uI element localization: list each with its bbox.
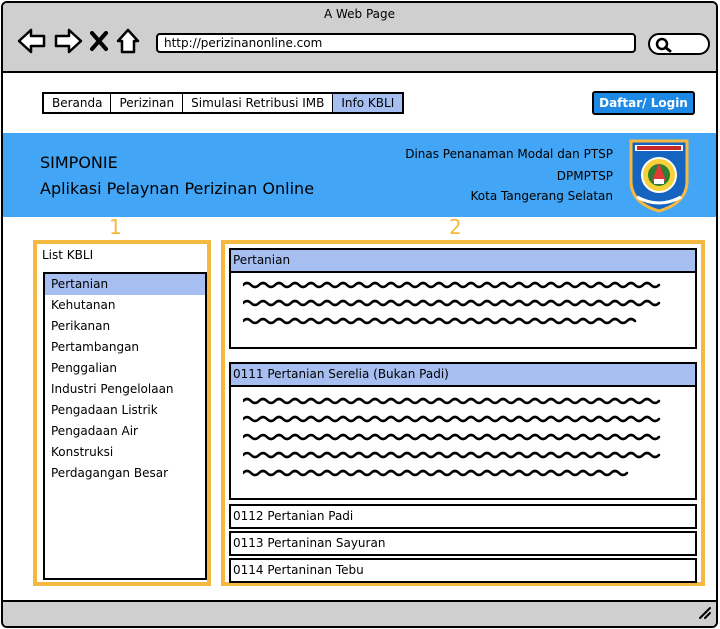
list-item-perikanan[interactable]: Perikanan bbox=[45, 316, 205, 337]
nav-controls bbox=[17, 27, 141, 55]
window-title: A Web Page bbox=[323, 7, 396, 21]
kbli-item-header-0111[interactable]: 0111 Pertanian Serelia (Bukan Padi) bbox=[229, 362, 697, 387]
kbli-category-list: Pertanian Kehutanan Perikanan Pertambang… bbox=[43, 272, 207, 580]
app-tagline: Aplikasi Pelaynan Perizinan Online bbox=[40, 179, 315, 198]
browser-search-field[interactable] bbox=[648, 33, 710, 55]
kbli-item-header-0112[interactable]: 0112 Pertanian Padi bbox=[229, 504, 697, 529]
agency-city: Kota Tangerang Selatan bbox=[470, 189, 613, 203]
main-nav: Beranda Perizinan Simulasi Retribusi IMB… bbox=[42, 92, 405, 114]
tab-perizinan[interactable]: Perizinan bbox=[111, 94, 184, 112]
tab-beranda[interactable]: Beranda bbox=[44, 94, 112, 112]
list-item-perdagangan-besar[interactable]: Perdagangan Besar bbox=[45, 463, 205, 484]
kbli-list-title: List KBLI bbox=[42, 248, 94, 262]
kbli-item-description-0111 bbox=[229, 387, 697, 500]
status-bar bbox=[3, 600, 716, 626]
list-item-pertambangan[interactable]: Pertambangan bbox=[45, 337, 205, 358]
placeholder-text-scribble bbox=[243, 397, 661, 477]
home-icon[interactable] bbox=[115, 27, 141, 55]
tab-info-kbli[interactable]: Info KBLI bbox=[333, 94, 403, 112]
section-header[interactable]: Pertanian bbox=[229, 248, 697, 273]
url-bar[interactable]: http://perizinanonline.com bbox=[156, 33, 636, 53]
list-item-konstruksi[interactable]: Konstruksi bbox=[45, 442, 205, 463]
tab-simulasi-retribusi-imb[interactable]: Simulasi Retribusi IMB bbox=[183, 94, 334, 112]
resize-grip-icon[interactable] bbox=[696, 604, 712, 624]
forward-arrow-icon[interactable] bbox=[53, 27, 83, 55]
section-description bbox=[229, 273, 697, 349]
list-item-pertanian[interactable]: Pertanian bbox=[45, 274, 205, 295]
panel-marker-1: 1 bbox=[109, 215, 122, 239]
login-button[interactable]: Daftar/ Login bbox=[592, 91, 695, 115]
placeholder-text-scribble bbox=[243, 281, 661, 325]
panel-marker-2: 2 bbox=[449, 215, 462, 239]
city-seal-logo bbox=[627, 137, 691, 217]
close-icon[interactable] bbox=[89, 27, 109, 55]
agency-abbreviation: DPMPTSP bbox=[556, 169, 613, 183]
list-item-pengadaan-air[interactable]: Pengadaan Air bbox=[45, 421, 205, 442]
list-item-kehutanan[interactable]: Kehutanan bbox=[45, 295, 205, 316]
list-item-industri-pengelolaan[interactable]: Industri Pengelolaan bbox=[45, 379, 205, 400]
agency-name: Dinas Penanaman Modal dan PTSP bbox=[405, 147, 613, 161]
kbli-list-panel: List KBLI Pertanian Kehutanan Perikanan … bbox=[33, 240, 211, 586]
kbli-detail-panel: Pertanian 0111 Pertanian Serelia (Bukan … bbox=[221, 240, 705, 586]
kbli-item-header-0113[interactable]: 0113 Pertaninan Sayuran bbox=[229, 531, 697, 556]
app-name: SIMPONIE bbox=[40, 153, 118, 172]
list-item-penggalian[interactable]: Penggalian bbox=[45, 358, 205, 379]
list-item-pengadaan-listrik[interactable]: Pengadaan Listrik bbox=[45, 400, 205, 421]
back-arrow-icon[interactable] bbox=[17, 27, 47, 55]
kbli-item-header-0114[interactable]: 0114 Pertaninan Tebu bbox=[229, 558, 697, 583]
browser-chrome: A Web Page http://perizinanonline.com bbox=[3, 3, 716, 73]
header-banner: SIMPONIE Aplikasi Pelaynan Perizinan Onl… bbox=[3, 133, 716, 217]
browser-window: A Web Page http://perizinanonline.com Be… bbox=[1, 1, 718, 628]
